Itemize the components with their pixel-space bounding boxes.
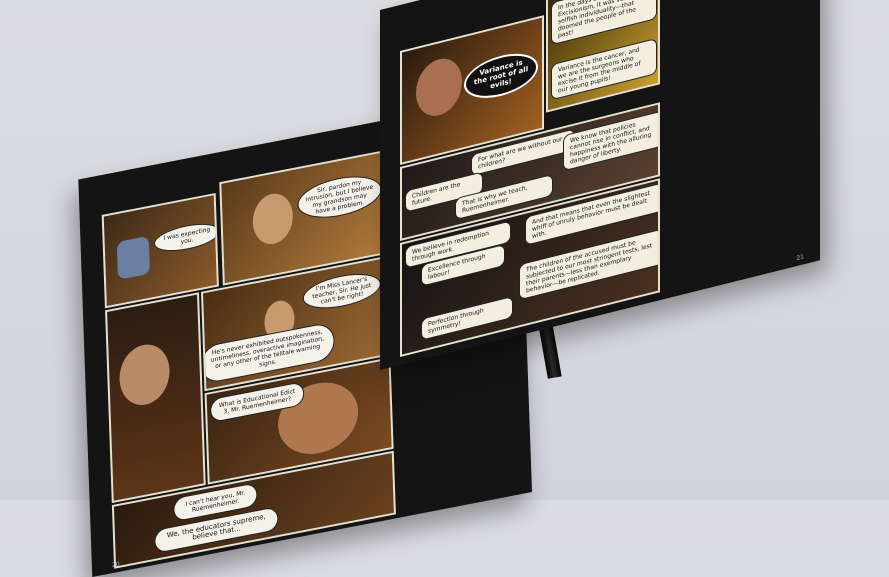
leader-face <box>416 53 462 122</box>
bubble-pardon: Sir, pardon my intrusion, but I believe … <box>297 171 382 223</box>
caption-variance-cancer: Variance is the cancer, and we are the s… <box>552 39 656 100</box>
shout-variance: Variance is the root of all evils! <box>464 46 538 106</box>
caption-days-before: In the days before Excisionism, it was v… <box>552 0 656 45</box>
page-number-right: 21 <box>796 253 804 263</box>
bubble-we-educators: We, the educators supreme, believe that.… <box>155 507 278 553</box>
robot-figure <box>116 235 151 280</box>
panel-past: In the days before Excisionism, it was v… <box>546 0 660 113</box>
principal-face <box>118 340 171 410</box>
photo-scene: I was expecting you. Sir, pardon my intr… <box>0 0 889 577</box>
teacher-head <box>252 190 294 248</box>
caption-policies: We know that policies cannot rise in con… <box>564 111 660 171</box>
bubble-expecting: I was expecting you. <box>154 220 219 255</box>
caption-perfection: Perfection through symmetry! <box>422 297 512 340</box>
panel-principal <box>105 292 206 504</box>
page-number-left: 20 <box>111 560 120 570</box>
bubble-miss-lancer: I'm Miss Lancer's teacher, Sir. He just … <box>303 269 381 313</box>
right-page: Variance is the root of all evils! In th… <box>380 0 820 370</box>
